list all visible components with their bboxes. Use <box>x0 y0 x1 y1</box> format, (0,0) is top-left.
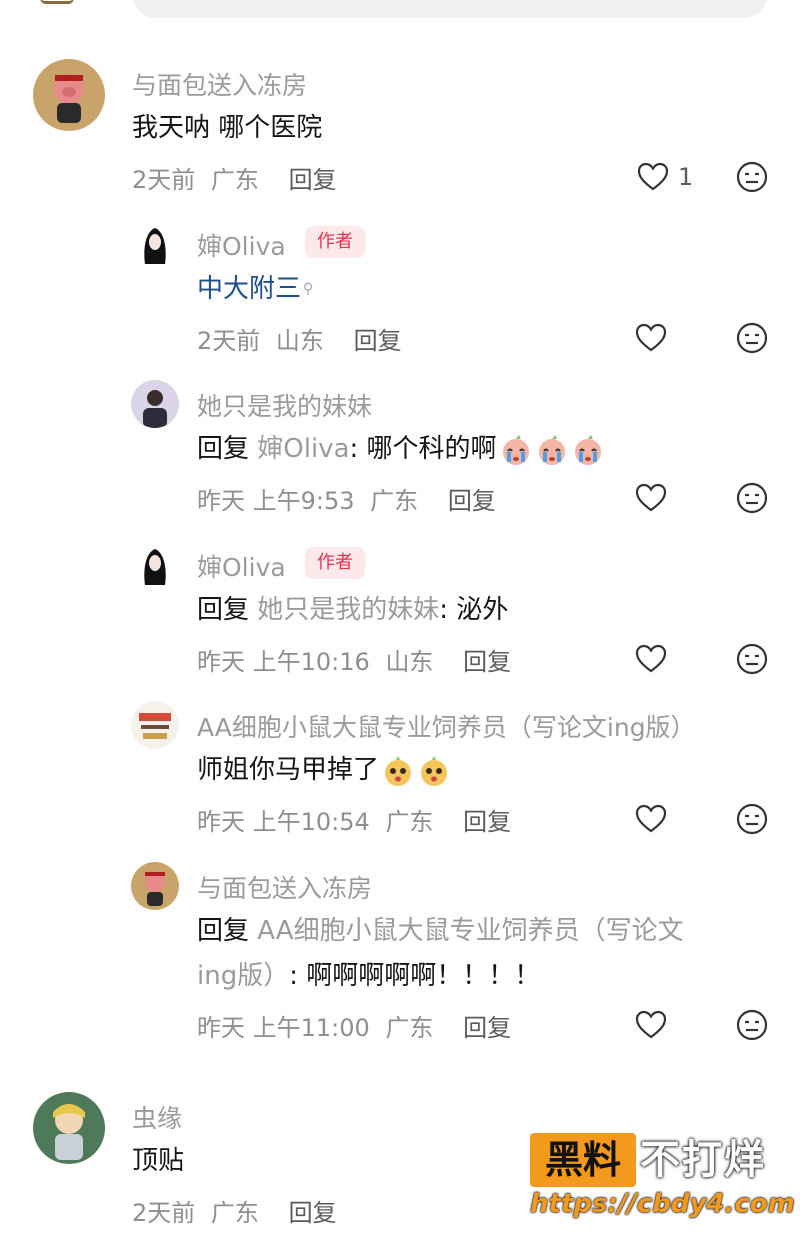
meh-face-icon[interactable] <box>735 642 769 676</box>
reply-button[interactable]: 回复 <box>448 487 496 515</box>
reply-meta: 昨天 上午10:16 山东 回复 <box>197 642 511 677</box>
like-count: 1 <box>678 163 694 191</box>
heart-outline-icon[interactable] <box>634 1008 668 1042</box>
reply-time: 2天前 <box>197 327 261 355</box>
comment-author-name[interactable]: 虫缘 <box>132 1099 182 1135</box>
reply-author-name[interactable]: 婶Oliva <box>197 548 286 584</box>
crying-emoji-icon <box>574 434 601 465</box>
heart-outline-icon[interactable] <box>634 321 668 355</box>
avatar[interactable] <box>33 1092 105 1164</box>
reply-content: 师姐你马甲掉了 <box>197 755 380 785</box>
avatar[interactable] <box>131 701 179 749</box>
reply-target-name[interactable]: 婶Oliva <box>257 434 349 464</box>
meh-face-icon[interactable] <box>735 1008 769 1042</box>
watermark-slogan: 不打烊 <box>640 1137 766 1183</box>
reply-meta: 昨天 上午9:53 广东 回复 <box>197 481 496 516</box>
meh-face-icon[interactable] <box>735 802 769 836</box>
reply-location: 山东 <box>385 648 434 676</box>
heart-outline-icon[interactable] <box>634 481 668 515</box>
reply-keyword: 回复 <box>197 595 250 625</box>
search-link-text[interactable]: 中大附三 <box>197 274 301 304</box>
author-badge: 作者 <box>305 547 365 579</box>
reply-author-name[interactable]: AA细胞小鼠大鼠专业饲养员（写论文ing版） <box>197 708 696 744</box>
avatar[interactable] <box>131 380 179 428</box>
comment-author-name[interactable]: 与面包送入冻房 <box>132 66 307 102</box>
meh-face-icon[interactable] <box>735 481 769 515</box>
reply-time: 昨天 上午10:54 <box>197 808 370 836</box>
avatar[interactable] <box>131 220 179 268</box>
reply-author-name[interactable]: 婶Oliva <box>197 227 286 263</box>
reply-text: 回复 她只是我的妹妹: 泌外 <box>197 592 508 628</box>
reply-meta: 昨天 上午11:00 广东 回复 <box>197 1008 511 1043</box>
reply-content: : 啊啊啊啊啊！！！！ <box>289 961 541 991</box>
reply-content: : 哪个科的啊 <box>349 434 497 464</box>
top-corner-icon <box>40 0 74 4</box>
reply-target-name[interactable]: 她只是我的妹妹 <box>257 595 439 625</box>
reply-location: 广东 <box>385 1014 434 1042</box>
comment-location: 广东 <box>210 166 259 194</box>
reply-text: 中大附三 ⚲ <box>197 271 313 307</box>
meh-face-icon[interactable] <box>735 321 769 355</box>
avatar[interactable] <box>33 59 105 131</box>
comment-time: 2天前 <box>132 166 196 194</box>
heart-outline-icon[interactable] <box>634 642 668 676</box>
avatar[interactable] <box>131 862 179 910</box>
comment-meta: 2天前 广东 回复 <box>132 1193 337 1228</box>
surprised-emoji-icon <box>385 755 412 786</box>
reply-meta: 昨天 上午10:54 广东 回复 <box>197 802 511 837</box>
author-badge: 作者 <box>305 226 365 258</box>
reply-text: 回复 婶Oliva: 哪个科的啊 <box>197 431 605 467</box>
like-button[interactable]: 1 <box>636 160 693 194</box>
comment-time: 2天前 <box>132 1199 196 1227</box>
reply-meta: 2天前 山东 回复 <box>197 321 402 356</box>
reply-text: 回复 AA细胞小鼠大鼠专业饲养员（写论文 <box>197 913 684 949</box>
reply-keyword: 回复 <box>197 434 250 464</box>
surprised-emoji-icon <box>421 755 448 786</box>
watermark-badge: 黑料 <box>530 1133 636 1187</box>
reply-location: 广东 <box>370 487 419 515</box>
reply-button[interactable]: 回复 <box>463 648 511 676</box>
reply-location: 广东 <box>385 808 434 836</box>
heart-outline-icon[interactable] <box>634 802 668 836</box>
reply-author-name[interactable]: 与面包送入冻房 <box>197 869 372 905</box>
comment-meta: 2天前 广东 回复 <box>132 160 337 195</box>
comment-text: 我天呐 哪个医院 <box>132 113 323 143</box>
reply-button[interactable]: 回复 <box>354 327 402 355</box>
reply-time: 昨天 上午10:16 <box>197 648 370 676</box>
search-icon[interactable]: ⚲ <box>303 271 313 307</box>
reply-time: 昨天 上午9:53 <box>197 487 355 515</box>
reply-text-line2: ing版）: 啊啊啊啊啊！！！！ <box>197 958 540 994</box>
reply-button[interactable]: 回复 <box>463 808 511 836</box>
reply-content: : 泌外 <box>439 595 509 625</box>
reply-button[interactable]: 回复 <box>289 166 337 194</box>
meh-face-icon[interactable] <box>735 160 769 194</box>
watermark-url: https://cbdy4.com <box>530 1189 795 1219</box>
reply-location: 山东 <box>275 327 324 355</box>
heart-outline-icon <box>637 162 669 191</box>
reply-text: 师姐你马甲掉了 <box>197 752 451 788</box>
avatar[interactable] <box>131 541 179 589</box>
crying-emoji-icon <box>502 434 529 465</box>
reply-target-name-cont[interactable]: ing版） <box>197 961 289 991</box>
comment-text: 顶贴 <box>132 1146 185 1176</box>
comment-location: 广东 <box>210 1199 259 1227</box>
crying-emoji-icon <box>538 434 565 465</box>
reply-button[interactable]: 回复 <box>289 1199 337 1227</box>
reply-author-name[interactable]: 她只是我的妹妹 <box>197 387 372 423</box>
reply-time: 昨天 上午11:00 <box>197 1014 370 1042</box>
reply-button[interactable]: 回复 <box>463 1014 511 1042</box>
reply-target-name[interactable]: AA细胞小鼠大鼠专业饲养员（写论文 <box>257 916 683 946</box>
top-input-bar[interactable] <box>132 0 768 18</box>
watermark: 黑料 不打烊 https://cbdy4.com <box>530 1133 795 1228</box>
reply-keyword: 回复 <box>197 916 250 946</box>
